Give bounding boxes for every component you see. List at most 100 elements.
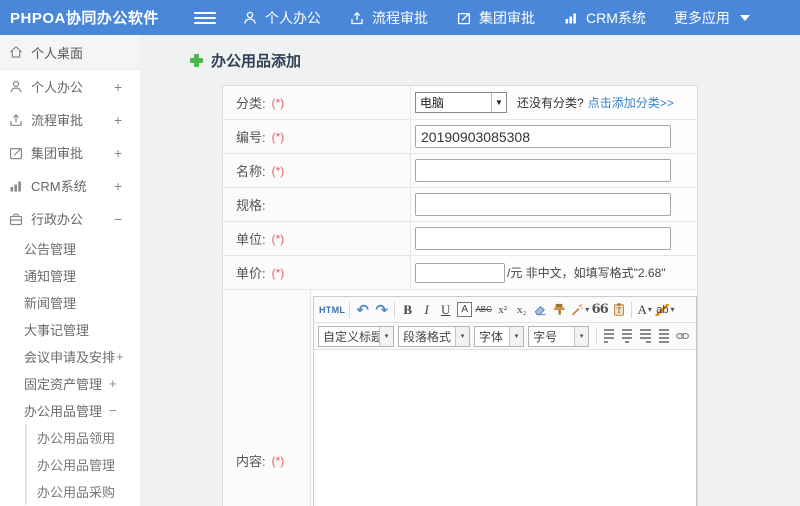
sidebar-item-workflow-approval[interactable]: 流程审批 + xyxy=(0,103,140,136)
sidebar-subsubitem-supplies-purchase[interactable]: 办公用品采购 xyxy=(27,478,140,505)
expand-plus-icon[interactable]: + xyxy=(114,145,122,161)
toolbar-separator xyxy=(631,301,633,318)
subsubitem-label: 办公用品领用 xyxy=(37,431,116,446)
sidebar-subitem-announcement[interactable]: 公告管理 xyxy=(0,235,140,262)
sidebar-subitem-fixed-assets[interactable]: 固定资产管理 + xyxy=(0,370,140,397)
align-justify-button[interactable] xyxy=(658,329,669,343)
font-color-glyph: A xyxy=(637,301,647,317)
redo-button[interactable]: ↷ xyxy=(373,300,390,320)
code-value-cell xyxy=(411,120,697,153)
custom-title-select[interactable]: 自定义标题 ▾ xyxy=(318,325,394,347)
paste-word-button[interactable]: T xyxy=(610,300,627,320)
blockquote-button[interactable]: 66 xyxy=(591,300,609,320)
app-logo: PHPOA协同办公软件 xyxy=(10,10,159,27)
nav-label: 更多应用 xyxy=(673,9,730,26)
unit-value-cell xyxy=(411,222,697,255)
sidebar-subitem-meeting[interactable]: 会议申请及安排 + xyxy=(0,343,140,370)
briefcase-icon xyxy=(8,211,24,227)
superscript-button[interactable]: x² xyxy=(494,300,511,320)
subitem-label: 新闻管理 xyxy=(24,296,77,311)
sidebar-subitem-office-supplies[interactable]: 办公用品管理 − xyxy=(0,397,140,424)
sidebar-item-personal-office[interactable]: 个人办公 + xyxy=(0,70,140,103)
underline-button[interactable]: U xyxy=(437,300,454,320)
sidebar-item-label: 流程审批 xyxy=(31,113,84,128)
align-center-button[interactable] xyxy=(622,329,633,343)
expand-plus-icon[interactable]: + xyxy=(114,178,122,194)
strikethrough-button[interactable]: ABC xyxy=(475,300,492,320)
auto-typeset-button[interactable]: ▾ xyxy=(570,300,589,320)
sidebar-subitem-notice[interactable]: 通知管理 xyxy=(0,262,140,289)
insert-link-button[interactable] xyxy=(674,326,691,346)
font-size-select[interactable]: 字号 ▾ xyxy=(528,325,590,347)
code-input[interactable] xyxy=(415,125,671,148)
bold-button[interactable]: B xyxy=(399,300,416,320)
sidebar-subitem-news[interactable]: 新闻管理 xyxy=(0,289,140,316)
collapse-minus-icon[interactable]: − xyxy=(114,211,122,227)
undo-button[interactable]: ↶ xyxy=(354,300,371,320)
eraser-icon xyxy=(534,306,546,316)
collapse-minus-icon[interactable]: − xyxy=(109,403,117,418)
format-painter-button[interactable] xyxy=(551,300,568,320)
spec-input[interactable] xyxy=(415,193,671,216)
caret-down-icon: ▾ xyxy=(647,305,652,314)
expand-plus-icon[interactable]: + xyxy=(114,112,122,128)
align-right-button[interactable] xyxy=(640,329,651,343)
content-value-cell: HTML ↶ ↷ B I U A ABC x² x₂ ▾ 66 T A ▾ ab… xyxy=(311,290,697,506)
nav-group-approval[interactable]: 集团审批 xyxy=(456,8,535,28)
font-family-value: 字体 xyxy=(479,329,504,344)
expand-plus-icon[interactable]: + xyxy=(116,349,124,364)
subscript-button[interactable]: x₂ xyxy=(513,300,530,320)
sidebar-item-desktop[interactable]: 个人桌面 xyxy=(0,35,140,70)
flow-icon xyxy=(8,112,24,128)
subitem-label: 大事记管理 xyxy=(24,323,90,338)
hamburger-icon[interactable] xyxy=(194,9,216,27)
paragraph-format-value: 段落格式 xyxy=(403,329,452,344)
nav-personal-office[interactable]: 个人办公 xyxy=(242,8,321,28)
sidebar-item-crm[interactable]: CRM系统 + xyxy=(0,169,140,202)
category-select[interactable]: 电脑 ▼ xyxy=(415,92,507,113)
align-left-button[interactable] xyxy=(603,329,615,343)
toolbar-separator xyxy=(349,301,351,318)
caret-down-icon: ▾ xyxy=(585,305,590,314)
name-input[interactable] xyxy=(415,159,671,182)
font-border-button[interactable]: A xyxy=(456,300,473,320)
sidebar-subsubitem-supplies-manage[interactable]: 办公用品管理 xyxy=(27,451,140,478)
source-code-button[interactable]: HTML xyxy=(319,300,345,320)
select-arrow-icon: ▾ xyxy=(574,326,589,346)
price-input[interactable] xyxy=(415,262,505,283)
editor-toolbar-row1: HTML ↶ ↷ B I U A ABC x² x₂ ▾ 66 T A ▾ ab… xyxy=(314,297,696,323)
nav-more-apps[interactable]: 更多应用 xyxy=(674,8,750,28)
form-row-name: 名称: (*) xyxy=(223,154,697,188)
user-icon xyxy=(8,79,24,95)
font-family-select[interactable]: 字体 ▾ xyxy=(474,325,525,347)
unit-label-cell: 单位: (*) xyxy=(223,222,411,255)
price-format-hint: /元 非中文，如填写格式"2.68" xyxy=(507,266,666,280)
add-category-link[interactable]: 点击添加分类>> xyxy=(588,94,674,111)
toolbar-separator xyxy=(394,301,396,318)
sidebar-item-group-approval[interactable]: 集团审批 + xyxy=(0,136,140,169)
edit-icon xyxy=(456,10,472,26)
sidebar-subitem-memorabilia[interactable]: 大事记管理 xyxy=(0,316,140,343)
expand-plus-icon[interactable]: + xyxy=(114,79,122,95)
chart-icon xyxy=(563,10,579,26)
svg-text:T: T xyxy=(616,307,621,315)
nav-workflow-approval[interactable]: 流程审批 xyxy=(349,8,428,28)
editor-content-area[interactable] xyxy=(314,350,696,506)
sidebar-item-label: 个人桌面 xyxy=(31,45,84,61)
paragraph-format-select[interactable]: 段落格式 ▾ xyxy=(398,325,470,347)
highlight-color-button[interactable]: ab ▾ xyxy=(655,300,674,320)
sidebar-subsubitem-supplies-borrow[interactable]: 办公用品领用 xyxy=(27,424,140,451)
sidebar-item-admin-office[interactable]: 行政办公 − xyxy=(0,202,140,235)
code-label-cell: 编号: (*) xyxy=(223,120,411,153)
unit-input[interactable] xyxy=(415,227,671,250)
required-mark: (*) xyxy=(271,453,285,468)
nav-label: 集团审批 xyxy=(479,9,535,26)
remove-format-button[interactable] xyxy=(532,300,549,320)
font-color-button[interactable]: A ▾ xyxy=(636,300,653,320)
spec-label: 规格: xyxy=(236,198,266,213)
sidebar-item-label: 集团审批 xyxy=(31,146,84,161)
expand-plus-icon[interactable]: + xyxy=(109,376,117,391)
nav-crm-system[interactable]: CRM系统 xyxy=(563,8,646,28)
price-value-cell: /元 非中文，如填写格式"2.68" xyxy=(411,256,697,289)
italic-button[interactable]: I xyxy=(418,300,435,320)
